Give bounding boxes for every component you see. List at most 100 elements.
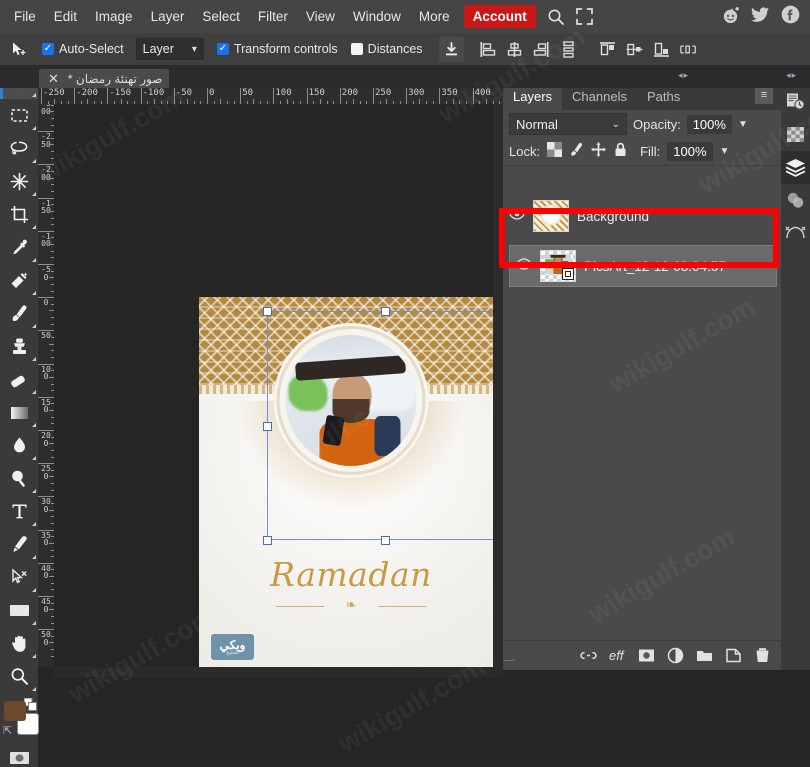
new-group-icon[interactable] (696, 647, 713, 664)
lock-position-icon[interactable] (591, 142, 606, 162)
align-vertical-centers-icon[interactable] (560, 40, 577, 58)
menu-item-more[interactable]: More (410, 5, 459, 28)
artboard-title: Ramadan (270, 555, 432, 594)
layer-effects-icon[interactable]: eff (609, 647, 626, 664)
canvas-vertical-scrollbar[interactable] (493, 104, 503, 667)
distribute-middle-icon[interactable] (626, 41, 643, 58)
panel-collapse-arrows-left[interactable]: ◂▸ (678, 70, 689, 81)
paths-panel-icon[interactable] (781, 217, 810, 250)
ruler-major-tick (207, 88, 208, 104)
download-icon[interactable] (438, 36, 464, 62)
layer-mask-indicator-icon[interactable] (562, 268, 574, 280)
tool-corner-indicator (32, 357, 36, 361)
distribute-bottom-icon[interactable] (653, 41, 670, 58)
layers-panel-icon[interactable] (781, 151, 810, 184)
transform-handle-top-center[interactable] (381, 307, 390, 316)
dodge-tool[interactable] (0, 462, 38, 495)
type-tool[interactable] (0, 495, 38, 528)
twitter-icon[interactable] (751, 5, 770, 29)
brush-tool[interactable] (0, 297, 38, 330)
clone-stamp-tool[interactable] (0, 330, 38, 363)
menu-item-select[interactable]: Select (193, 5, 249, 28)
search-icon[interactable] (547, 8, 565, 26)
adjustment-layer-icon[interactable] (667, 647, 684, 664)
auto-select-checkbox[interactable]: ✓ (42, 43, 54, 55)
lock-transparency-icon[interactable] (547, 141, 563, 162)
link-layers-icon[interactable] (580, 647, 597, 664)
lock-all-icon[interactable] (613, 142, 628, 162)
align-horizontal-centers-icon[interactable] (506, 41, 523, 58)
tool-corner-indicator (32, 93, 36, 97)
transform-handle-top-left[interactable] (263, 307, 272, 316)
add-layer-mask-icon[interactable] (638, 647, 655, 664)
menu-item-image[interactable]: Image (86, 5, 142, 28)
blur-tool[interactable] (0, 429, 38, 462)
ruler-minor-tick (51, 290, 54, 292)
transform-controls-checkbox[interactable]: ✓ (216, 43, 229, 55)
transform-handle-middle-left[interactable] (263, 422, 272, 431)
move-tool-icon[interactable] (0, 41, 38, 58)
lasso-tool[interactable] (0, 132, 38, 165)
menu-item-view[interactable]: View (297, 5, 344, 28)
magic-wand-tool[interactable] (0, 165, 38, 198)
menu-item-file[interactable]: File (5, 5, 45, 28)
fullscreen-icon[interactable] (575, 8, 593, 25)
opacity-slider-toggle-icon[interactable]: ▼ (738, 119, 748, 130)
tool-corner-indicator (32, 621, 36, 625)
auto-select-scope-dropdown[interactable]: Layer ▾ (135, 38, 204, 60)
delete-layer-icon[interactable] (754, 647, 771, 664)
opacity-value[interactable]: 100% (686, 114, 732, 134)
ruler-minor-tick (299, 101, 301, 104)
new-layer-icon[interactable] (725, 647, 742, 664)
distribute-spacing-icon[interactable] (679, 41, 697, 58)
distances-checkbox[interactable] (350, 43, 363, 55)
distribute-top-icon[interactable] (599, 41, 616, 58)
transform-controls-option[interactable]: ✓ Transform controls (216, 42, 338, 56)
menu-item-layer[interactable]: Layer (142, 5, 194, 28)
close-icon[interactable]: ✕ (48, 71, 59, 87)
menu-item-filter[interactable]: Filter (249, 5, 297, 28)
document-tab[interactable]: صور تهنئة رمضان * ✕ (39, 69, 170, 88)
crop-tool[interactable] (0, 198, 38, 231)
align-left-edges-icon[interactable] (479, 41, 496, 58)
menu-item-window[interactable]: Window (344, 5, 410, 28)
panel-collapse-arrows-right[interactable]: ◂▸ (786, 70, 797, 81)
horizontal-ruler[interactable]: -250 -200 -150 -100 -50 0 50 100 150 200 250 300 350… (38, 88, 503, 104)
facebook-icon[interactable] (781, 5, 800, 29)
healing-brush-tool[interactable] (0, 264, 38, 297)
ruler-minor-tick (51, 615, 54, 617)
align-right-edges-icon[interactable] (533, 41, 550, 58)
pen-tool[interactable] (0, 528, 38, 561)
fill-slider-toggle-icon[interactable]: ▼ (720, 146, 730, 157)
shape-tool[interactable] (0, 594, 38, 627)
transform-handle-bottom-left[interactable] (263, 536, 272, 545)
canvas-horizontal-scrollbar[interactable] (54, 667, 503, 677)
eyedropper-tool[interactable] (0, 231, 38, 264)
quick-mask-icon[interactable] (0, 741, 38, 767)
account-button[interactable]: Account (463, 5, 536, 28)
lock-paint-icon[interactable] (569, 142, 584, 162)
gradient-tool[interactable] (0, 396, 38, 429)
zoom-tool[interactable] (0, 660, 38, 693)
foreground-color-swatch[interactable] (4, 701, 26, 721)
ruler-major-tick (140, 88, 142, 104)
fill-value[interactable]: 100% (667, 142, 713, 161)
blend-mode-dropdown[interactable]: Normal ⌄ (509, 113, 627, 135)
menu-item-edit[interactable]: Edit (45, 5, 86, 28)
pattern-panel-icon[interactable] (781, 118, 810, 151)
distances-option[interactable]: Distances (350, 42, 423, 56)
adjustments-panel-icon[interactable] (781, 184, 810, 217)
reddit-icon[interactable] (721, 5, 740, 29)
history-panel-icon[interactable] (781, 85, 810, 118)
auto-select-option[interactable]: ✓ Auto-Select (42, 42, 124, 56)
transform-selection-box[interactable] (267, 311, 503, 540)
eraser-tool[interactable] (0, 363, 38, 396)
swap-colors-icon[interactable]: ⇱ (3, 724, 12, 737)
transform-handle-bottom-center[interactable] (381, 536, 390, 545)
canvas-viewport[interactable]: Ramadan ❧ ويكي الخليج (54, 104, 503, 667)
marquee-tool[interactable] (0, 99, 38, 132)
path-selection-tool[interactable] (0, 561, 38, 594)
vertical-ruler[interactable]: -300-250-200-150-100-5005010015020025030… (38, 104, 54, 667)
panel-menu-icon[interactable]: ≡ (755, 86, 773, 104)
hand-tool[interactable] (0, 627, 38, 660)
